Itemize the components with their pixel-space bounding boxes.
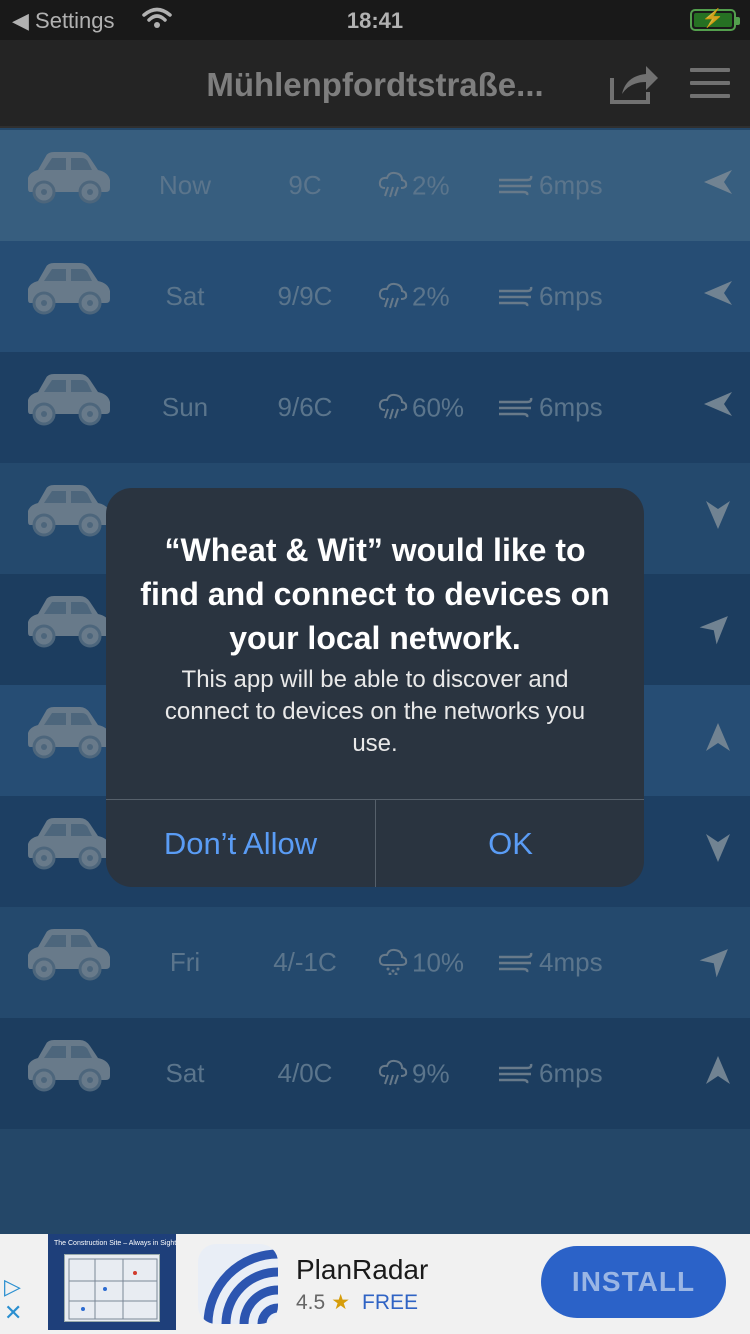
wind-direction-icon [700, 719, 736, 755]
wind-icon [497, 949, 535, 980]
alert-title: “Wheat & Wit” would like to find and con… [140, 532, 610, 656]
wind-speed: 6mps [497, 1058, 603, 1091]
rain-cloud-icon [378, 392, 408, 427]
wind-icon [497, 1060, 535, 1091]
ok-button[interactable]: OK [376, 800, 644, 887]
wind-icon [497, 172, 535, 203]
wind-speed: 4mps [497, 947, 603, 980]
day-label: Fri [169, 947, 201, 977]
forecast-row[interactable]: Sun 9/6C 60% 6mps [0, 352, 750, 463]
day-label: Sat [165, 281, 205, 311]
ad-price: FREE [362, 1291, 419, 1314]
day-label: Sun [161, 392, 209, 422]
ad-image[interactable]: The Construction Site – Always in Sight [48, 1234, 176, 1330]
local-network-permission-alert: “Wheat & Wit” would like to find and con… [106, 488, 644, 887]
wind-speed: 6mps [497, 392, 603, 425]
ad-image-caption: The Construction Site – Always in Sight [54, 1240, 177, 1247]
rain-cloud-icon [378, 170, 408, 205]
temperature: 9/6C [277, 392, 333, 422]
wind-direction-icon [700, 386, 736, 422]
wind-direction-icon [700, 275, 736, 311]
precipitation: 2% [378, 170, 450, 205]
precipitation: 9% [378, 1058, 450, 1093]
battery-icon: ⚡ [690, 8, 740, 31]
temperature: 9C [288, 170, 322, 200]
wind-direction-icon [700, 830, 736, 866]
temperature: 4/-1C [273, 947, 337, 977]
wind-direction-icon [700, 1052, 736, 1088]
rain-cloud-icon [378, 281, 408, 316]
wind-speed: 6mps [497, 281, 603, 314]
share-icon[interactable] [608, 62, 660, 111]
car-icon [24, 150, 112, 213]
car-icon [24, 372, 112, 435]
car-icon [24, 594, 112, 657]
floor-plan-image [64, 1254, 160, 1322]
car-icon [24, 927, 112, 990]
wind-direction-icon [693, 601, 744, 652]
install-button[interactable]: INSTALL [541, 1246, 726, 1318]
temperature: 4/0C [277, 1058, 333, 1088]
wind-direction-icon [700, 164, 736, 200]
adchoices-icon[interactable]: ▷ ✕ [4, 1274, 22, 1326]
status-bar: ◀ Settings 18:41 ⚡ [0, 0, 750, 40]
forecast-row[interactable]: Sat 9/9C 2% 6mps [0, 241, 750, 352]
precipitation: 60% [378, 392, 464, 427]
wind-speed: 6mps [497, 170, 603, 203]
wind-direction-icon [693, 934, 744, 985]
temperature: 9/9C [277, 281, 333, 311]
day-label: Now [158, 170, 211, 200]
ad-rating: 4.5 ★ FREE [296, 1290, 418, 1315]
dont-allow-button[interactable]: Don’t Allow [106, 800, 375, 887]
ad-banner[interactable]: ▷ ✕ The Construction Site – Always in Sig… [0, 1234, 750, 1334]
car-icon [24, 705, 112, 768]
snow-cloud-icon [378, 947, 408, 982]
day-label: Sat [165, 1058, 205, 1088]
page-title: Mühlenpfordtstraße... [206, 66, 544, 103]
star-icon: ★ [331, 1291, 351, 1314]
clock: 18:41 [346, 8, 404, 33]
car-icon [24, 483, 112, 546]
car-icon [24, 1038, 112, 1101]
wind-icon [497, 394, 535, 425]
rating-value: 4.5 [296, 1291, 326, 1314]
rain-cloud-icon [378, 1058, 408, 1093]
planradar-logo[interactable] [198, 1244, 278, 1324]
ad-app-name: PlanRadar [296, 1254, 429, 1285]
forecast-row[interactable]: Fri 4/-1C 10% 4mps [0, 907, 750, 1018]
forecast-row[interactable]: Sat 4/0C 9% 6mps [0, 1018, 750, 1129]
wind-direction-icon [700, 497, 736, 533]
alert-message: This app will be able to discover and co… [164, 666, 586, 757]
wind-icon [497, 283, 535, 314]
forecast-row[interactable]: Now 9C 2% 6mps [0, 130, 750, 241]
precipitation: 10% [378, 947, 464, 982]
precipitation: 2% [378, 281, 450, 316]
car-icon [24, 816, 112, 879]
car-icon [24, 261, 112, 324]
menu-icon[interactable] [690, 68, 730, 107]
navigation-bar: Mühlenpfordtstraße... [0, 40, 750, 128]
